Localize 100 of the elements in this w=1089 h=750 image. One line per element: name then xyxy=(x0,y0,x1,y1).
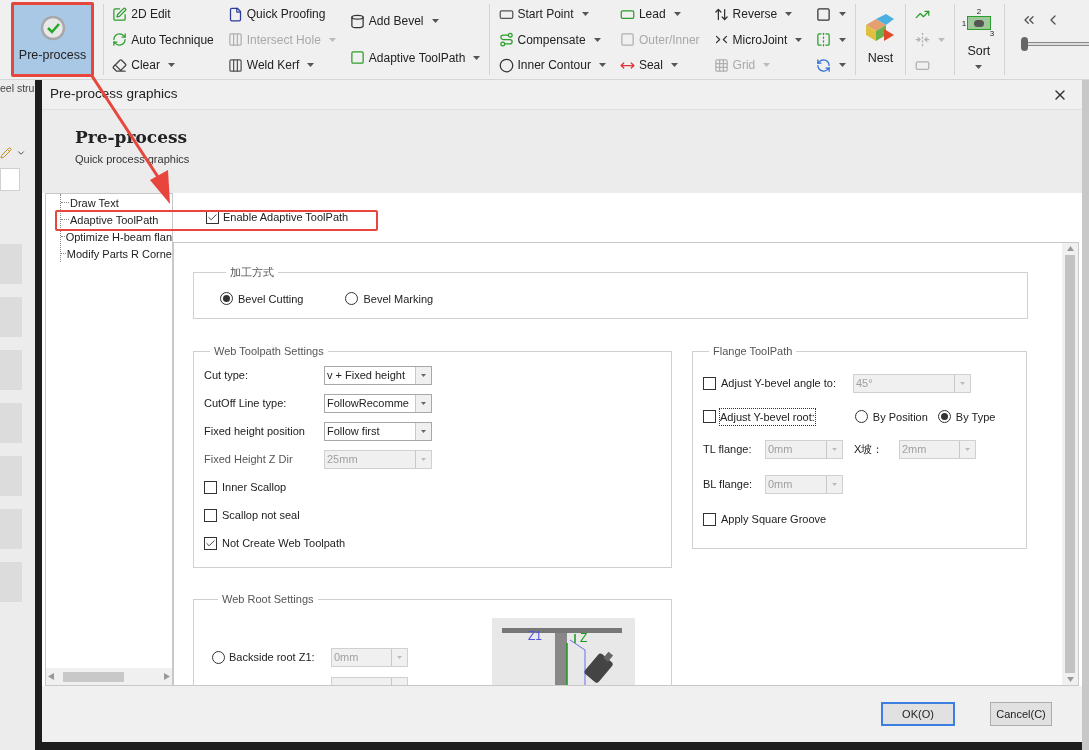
group-title: Flange ToolPath xyxy=(712,344,794,359)
tab-label: eel stru xyxy=(0,81,35,96)
label: Bevel Cutting xyxy=(238,291,304,307)
caret-icon xyxy=(581,12,589,16)
order-number: 1 xyxy=(961,20,967,29)
label: Fixed height position xyxy=(204,423,306,439)
checkbox[interactable] xyxy=(204,536,217,550)
checkbox[interactable] xyxy=(703,512,716,526)
caret-icon xyxy=(421,401,426,405)
radio-button[interactable] xyxy=(854,410,868,424)
ribbon-button[interactable]: Auto Technique xyxy=(108,28,218,51)
label: Apply Square Groove xyxy=(721,512,827,527)
checkbox[interactable] xyxy=(703,410,716,424)
checkbox[interactable] xyxy=(204,508,217,522)
dialog-button[interactable]: OK(O) xyxy=(881,702,955,726)
slider-thumb[interactable] xyxy=(1021,37,1029,51)
caret-icon xyxy=(473,55,481,60)
up-down-arrows-icon xyxy=(713,6,729,22)
dropdown-field[interactable]: FollowRecomme xyxy=(324,393,432,413)
ribbon-button[interactable]: Lead xyxy=(615,3,704,25)
tree-item[interactable]: Optimize H-beam flan xyxy=(64,229,172,244)
label: Bevel Marking xyxy=(363,291,434,307)
ribbon-button[interactable]: Quick Proofing xyxy=(223,3,340,25)
label: CutOff Line type: xyxy=(204,395,288,411)
check-icon xyxy=(207,212,218,223)
caret-icon xyxy=(832,448,837,451)
label: Scallop not seal xyxy=(222,507,300,523)
document-icon xyxy=(227,6,243,22)
caret-icon xyxy=(839,12,847,16)
radio-button[interactable] xyxy=(220,292,233,306)
label: Fixed Height Z Dir xyxy=(204,451,294,467)
dropdown-field[interactable]: v + Fixed height xyxy=(324,365,432,385)
dialog-button[interactable]: Cancel(C) xyxy=(990,702,1052,726)
ribbon-button[interactable]: Seal xyxy=(615,54,704,76)
radio-button[interactable] xyxy=(345,292,359,306)
caret-icon xyxy=(960,381,965,385)
radio-button[interactable] xyxy=(937,410,951,424)
label: Enable Adaptive ToolPath xyxy=(223,210,349,226)
pencil-icon[interactable] xyxy=(0,146,12,159)
columns-icon xyxy=(227,32,243,47)
tree-item[interactable]: Draw Text xyxy=(69,195,119,210)
circle-icon xyxy=(498,57,514,73)
ribbon-button[interactable]: Weld Kerf xyxy=(223,54,340,76)
ribbon-button[interactable]: 2D Edit xyxy=(108,3,218,25)
checkbox[interactable] xyxy=(204,480,217,494)
caret-icon xyxy=(673,12,681,16)
cylinder-icon xyxy=(349,13,365,29)
caret-icon xyxy=(795,37,803,42)
columns-icon xyxy=(227,57,243,73)
label: Backside root Z1: xyxy=(229,649,316,665)
slider[interactable] xyxy=(1021,37,1089,51)
caret-icon xyxy=(670,63,678,67)
caret-icon xyxy=(421,373,426,377)
check-icon xyxy=(205,537,216,549)
group-title: 加工方式 xyxy=(229,265,275,280)
ribbon-button[interactable]: Reverse xyxy=(709,3,807,25)
tree-item[interactable]: Adaptive ToolPath xyxy=(69,212,159,227)
label: Adjust Y-bevel root: xyxy=(720,408,815,425)
dialog-subheading: Quick process graphics xyxy=(75,152,191,167)
large-ribbon-button[interactable]: Nest xyxy=(860,2,901,77)
dropdown-field[interactable]: Follow first xyxy=(324,421,432,441)
ribbon-button[interactable]: Add Bevel xyxy=(345,10,485,33)
caret-icon xyxy=(328,37,336,42)
caret-icon xyxy=(167,63,175,67)
label: TL flange: xyxy=(703,442,753,458)
fold-icon xyxy=(914,32,930,47)
caret-icon xyxy=(431,19,439,24)
label: Adjust Y-bevel angle to: xyxy=(721,375,837,391)
caret-icon xyxy=(397,655,402,659)
diagram-label: Z1 xyxy=(528,628,542,643)
label: Inner Scallop xyxy=(222,479,287,495)
diagram-label: Z xyxy=(580,630,588,645)
label: BL flange: xyxy=(703,477,754,493)
caret-icon xyxy=(965,448,970,451)
grid-icon xyxy=(713,57,729,73)
label: By Position xyxy=(872,409,928,425)
group-title: Web Toolpath Settings xyxy=(213,344,325,359)
caret-icon xyxy=(785,12,793,16)
caret-icon xyxy=(975,64,983,69)
caret-icon xyxy=(593,37,601,42)
tree-item[interactable]: Modify Parts R Corne xyxy=(65,246,172,261)
eraser-icon xyxy=(112,57,128,73)
label: Cut type: xyxy=(204,367,250,383)
caret-icon xyxy=(832,483,837,486)
square-icon xyxy=(816,6,832,22)
ribbon-button[interactable]: Adaptive ToolPath xyxy=(345,46,485,69)
ribbon-button[interactable]: Inner Contour xyxy=(494,54,610,76)
ribbon-button[interactable]: MicroJoint xyxy=(709,28,807,51)
caret-icon xyxy=(598,63,606,67)
text-field[interactable] xyxy=(0,167,20,191)
label: X坡： xyxy=(854,442,885,458)
ribbon-button[interactable]: Start Point xyxy=(494,3,610,25)
caret-icon xyxy=(839,63,847,67)
caret-icon xyxy=(421,457,426,461)
order-number: 3 xyxy=(989,30,995,39)
large-ribbon-button[interactable]: 2 1 3 Sort xyxy=(958,2,999,77)
ribbon-button[interactable]: Compensate xyxy=(494,28,610,51)
ribbon-button[interactable]: Clear xyxy=(108,54,218,76)
square-icon xyxy=(619,32,635,47)
refresh-icon xyxy=(112,32,128,47)
